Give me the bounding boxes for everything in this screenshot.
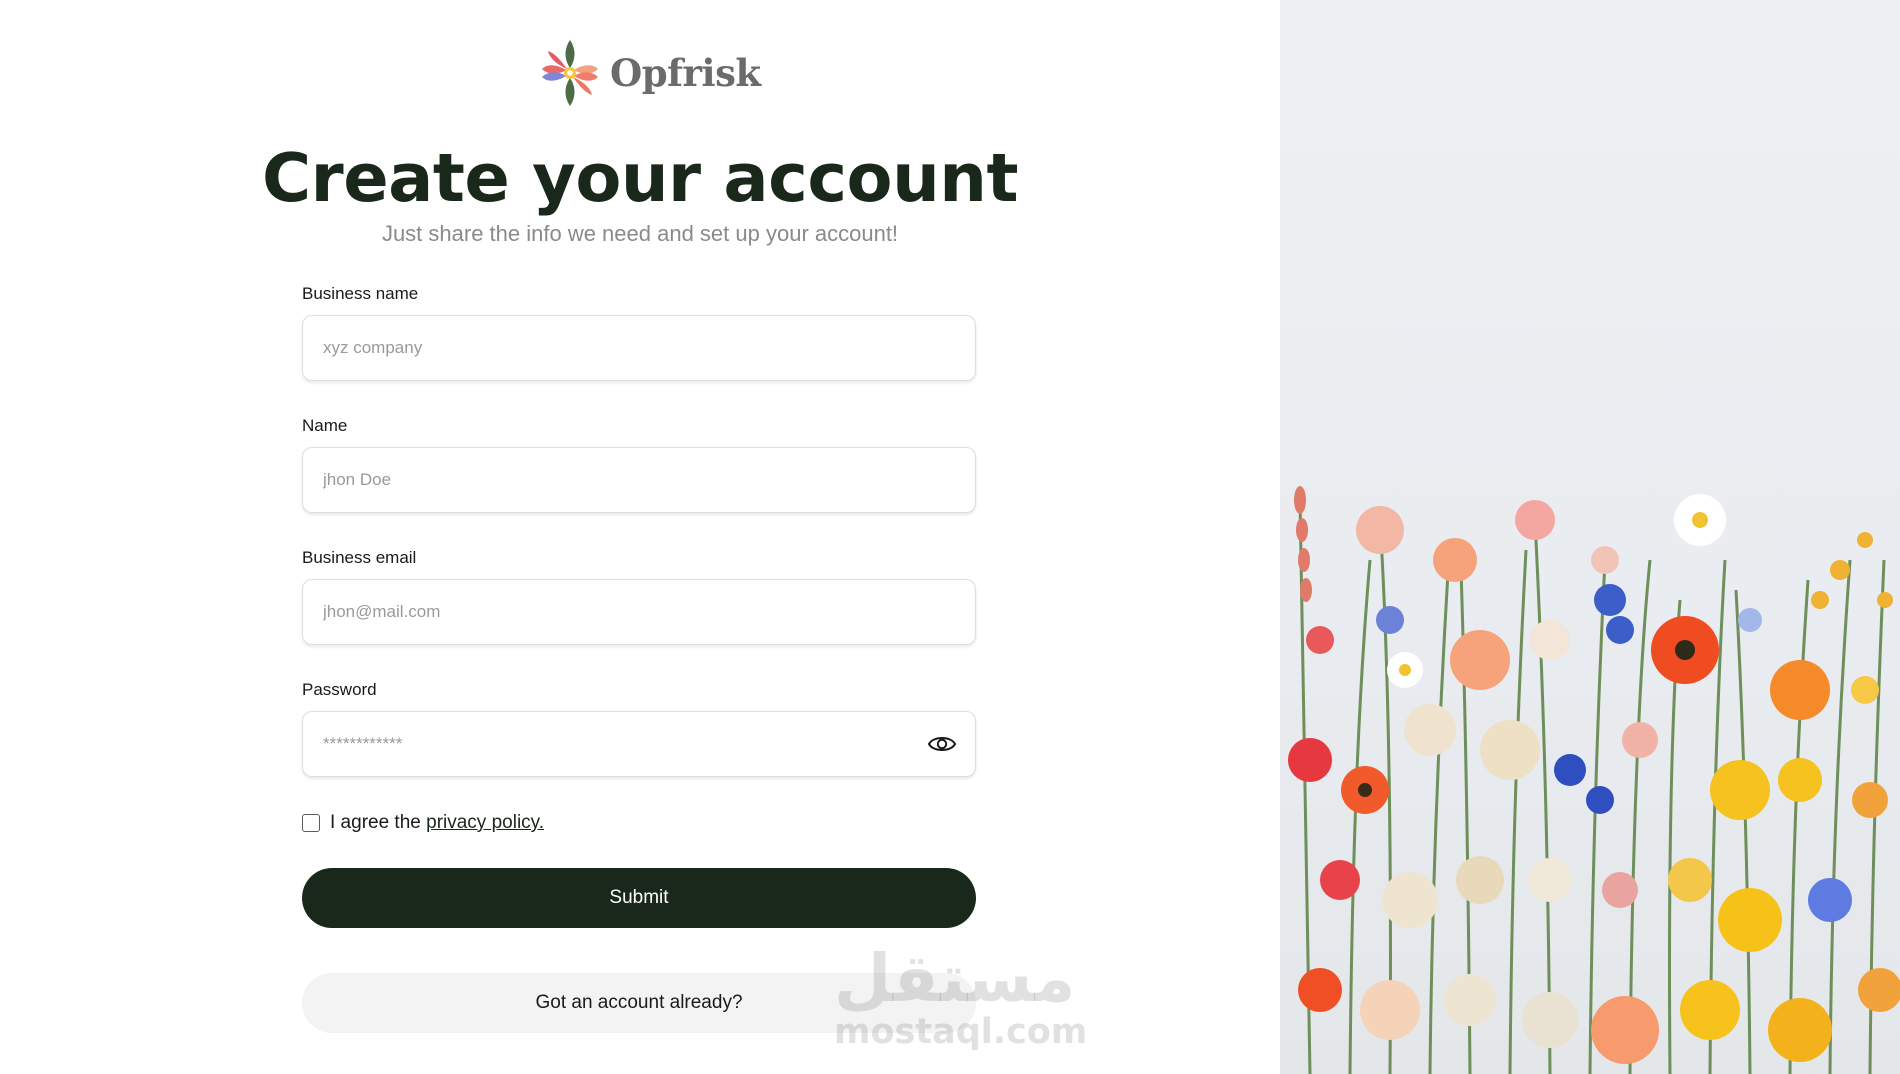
business-name-field[interactable]	[302, 315, 976, 381]
business-name-label: Business name	[302, 284, 419, 303]
agree-text: I agree the privacy policy.	[330, 812, 544, 834]
brand-name: Opfrisk	[610, 51, 761, 95]
privacy-checkbox[interactable]	[302, 814, 320, 832]
page-subtitle: Just share the info we need and set up y…	[381, 221, 899, 246]
name-label: Name	[302, 416, 348, 435]
privacy-agreement: I agree the privacy policy.	[302, 812, 544, 834]
signup-panel: Opfrisk Create your account Just share t…	[0, 0, 1280, 1074]
watermark-arabic: مستقل	[834, 940, 1076, 1017]
flower-photo	[1280, 0, 1900, 1074]
name-field[interactable]	[302, 447, 976, 513]
name-input[interactable]	[323, 448, 913, 512]
wildflowers-illustration	[1288, 486, 1900, 1074]
eye-icon[interactable]	[927, 732, 957, 756]
watermark-latin: mostaql.com	[834, 1012, 1088, 1052]
privacy-policy-link[interactable]: privacy policy.	[426, 812, 544, 833]
password-input[interactable]	[323, 712, 913, 776]
business-name-input[interactable]	[323, 316, 913, 380]
business-email-field[interactable]	[302, 579, 976, 645]
flower-logo-icon	[542, 40, 598, 106]
page-title: Create your account	[261, 139, 1019, 217]
business-email-input[interactable]	[323, 580, 913, 644]
password-label: Password	[302, 680, 377, 699]
agree-prefix: I agree the	[330, 812, 427, 833]
brand-logo: Opfrisk	[538, 38, 761, 108]
submit-button[interactable]: Submit	[302, 868, 976, 928]
business-email-label: Business email	[302, 548, 417, 567]
password-field[interactable]	[302, 711, 976, 777]
